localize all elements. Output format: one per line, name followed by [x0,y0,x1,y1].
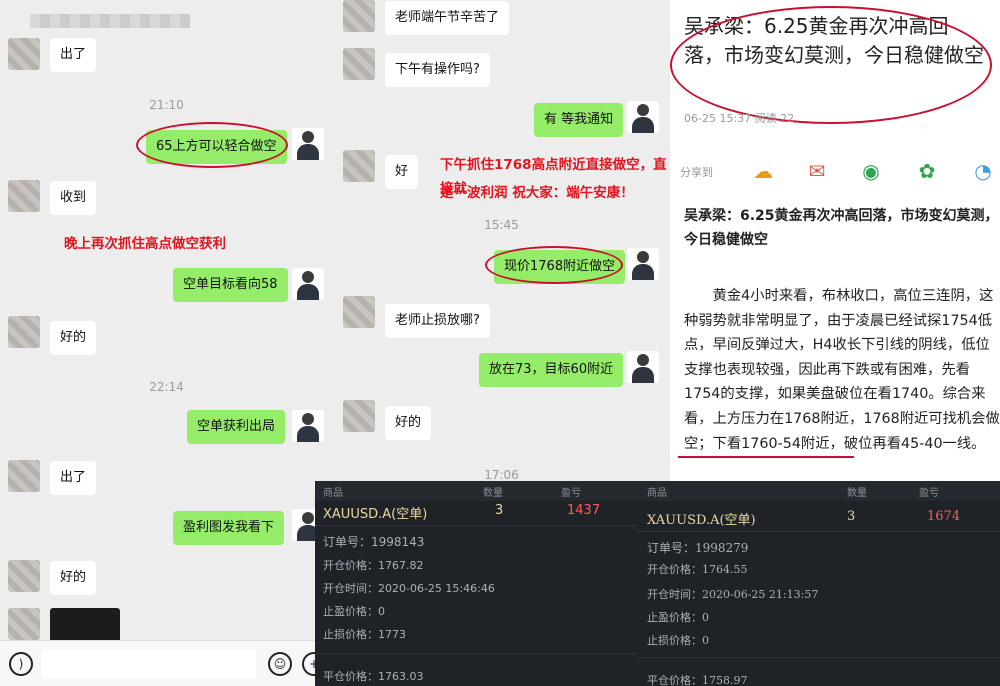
mail-icon[interactable]: ✉ [804,158,830,184]
voice-icon[interactable]: ) [9,652,33,676]
open-time: 开仓时间：2020-06-25 21:13:57 [647,588,819,601]
open-time: 开仓时间：2020-06-25 15:46:46 [323,582,495,595]
chat-input-bar: ) ☺ + [0,640,333,686]
divider [315,525,637,526]
timestamp: 22:14 [149,380,184,394]
weibo-icon[interactable]: ☁ [750,158,776,184]
header-qty: 数量 [483,488,503,499]
contact-avatar[interactable] [8,180,40,212]
self-avatar[interactable] [292,410,324,442]
stop-loss: 止损价格：0 [647,634,709,647]
contact-avatar[interactable] [343,48,375,80]
close-price: 平仓价格：1763.03 [323,670,424,683]
message-bubble[interactable]: 有 等我通知 [534,103,624,137]
contact-avatar[interactable] [343,296,375,328]
message-bubble[interactable]: 放在73，目标60附近 [479,353,624,387]
header-qty: 数量 [847,488,867,499]
timestamp: 17:06 [484,468,519,482]
take-profit: 止盈价格：0 [323,605,385,618]
profit-annotation: 晚上再次抓住高点做空获利 [64,236,226,252]
trade-header: 商品 数量 盈亏 [315,481,637,501]
contact-avatar[interactable] [343,150,375,182]
highlight-underline [678,456,854,458]
divider [637,531,1000,532]
trade-qty: 3 [495,503,504,518]
trade-annotation: 是一波利润 祝大家：端午安康！ [440,185,634,201]
moments-icon[interactable]: ✿ [914,158,940,184]
contact-avatar[interactable] [8,38,40,70]
message-bubble[interactable]: 空单目标看向58 [173,268,288,302]
message-bubble[interactable]: 出了 [50,38,97,72]
self-avatar[interactable] [627,248,659,280]
highlight-oval [485,246,623,284]
divider [315,653,637,654]
highlight-oval [670,6,992,124]
order-number: 订单号：1998279 [647,541,749,555]
highlight-oval [136,122,288,168]
share-label: 分享到 [680,166,713,179]
header-pnl: 盈亏 [561,488,581,499]
contact-avatar[interactable] [8,316,40,348]
header-product: 商品 [647,488,667,499]
message-bubble[interactable]: 下午有操作吗? [385,53,490,87]
contact-avatar[interactable] [8,608,40,640]
trade-card: 商品 数量 盈亏 XAUUSD.A(空单) 3 1674 订单号：1998279… [637,481,1000,686]
message-bubble[interactable]: 老师端午节辛苦了 [385,1,510,35]
self-avatar[interactable] [627,101,659,133]
message-input[interactable] [42,649,256,679]
qq-icon[interactable]: ◔ [970,158,996,184]
contact-avatar[interactable] [343,400,375,432]
trade-pnl: 1437 [567,503,601,518]
trade-qty: 3 [847,509,856,524]
trade-symbol: XAUUSD.A(空单) [323,507,428,522]
trade-header: 商品 数量 盈亏 [637,481,1000,501]
chat-panel-evening: 出了 21:10 65上方可以轻合做空 收到 晚上再次抓住高点做空获利 空单目标… [0,0,333,686]
close-price: 平仓价格：1758.97 [647,674,748,686]
trade-pnl: 1674 [927,509,961,524]
self-avatar[interactable] [292,268,324,300]
header-pnl: 盈亏 [919,488,939,499]
divider [637,657,1000,658]
chat-header [30,14,190,28]
message-bubble[interactable]: 老师止损放哪? [385,304,490,338]
open-price: 开仓价格：1767.82 [323,559,424,572]
message-bubble[interactable]: 好的 [50,561,97,595]
message-bubble[interactable]: 好的 [50,321,97,355]
article-meta: 06-25 15:37 阅读 22 [684,112,795,125]
take-profit: 止盈价格：0 [647,611,709,624]
self-avatar[interactable] [292,128,324,160]
message-bubble[interactable]: 好的 [385,406,432,440]
timestamp: 21:10 [149,98,184,112]
trade-symbol: XAUUSD.A(空单) [647,513,756,528]
order-number: 订单号：1998143 [323,535,425,549]
article-body: 黄金4小时来看，布林收口，高位三连阴，这种弱势就非常明显了，由于凌晨已经试探17… [684,288,1000,452]
trade-card: 商品 数量 盈亏 XAUUSD.A(空单) 3 1437 订单号：1998143… [315,481,637,686]
timestamp: 15:45 [484,218,519,232]
message-bubble[interactable]: 空单获利出局 [187,410,286,444]
message-bubble[interactable]: 盈利图发我看下 [173,511,285,545]
wechat-icon[interactable]: ◉ [858,158,884,184]
emoji-icon[interactable]: ☺ [268,652,292,676]
message-bubble[interactable]: 出了 [50,461,97,495]
share-row: 分享到 ☁ ✉ ◉ ✿ ◔ [680,158,1000,192]
message-bubble[interactable]: 收到 [50,181,97,215]
self-avatar[interactable] [627,351,659,383]
contact-avatar[interactable] [8,460,40,492]
open-price: 开仓价格：1764.55 [647,563,748,576]
contact-avatar[interactable] [343,0,375,32]
stop-loss: 止损价格：1773 [323,628,406,641]
message-bubble[interactable]: 好 [385,155,419,189]
contact-avatar[interactable] [8,560,40,592]
article-subtitle: 吴承梁：6.25黄金再次冲高回落，市场变幻莫测，今日稳健做空 [684,208,999,248]
header-product: 商品 [323,488,343,499]
